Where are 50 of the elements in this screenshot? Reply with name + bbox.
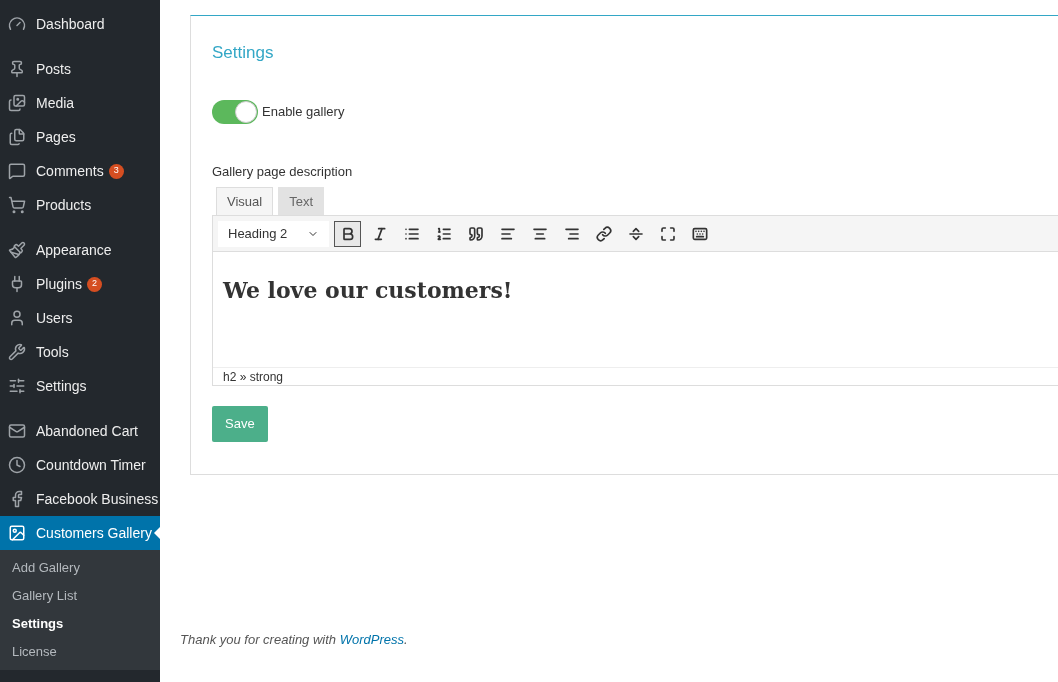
link-icon: [595, 225, 612, 242]
submenu-item[interactable]: Gallery List: [0, 582, 160, 610]
media-icon: [8, 94, 26, 112]
toggle-switch[interactable]: [212, 99, 258, 124]
sidebar-item[interactable]: Facebook Business: [0, 482, 160, 516]
format-select[interactable]: Heading 2: [218, 220, 329, 247]
clock-icon: [8, 456, 26, 474]
sidebar-item[interactable]: Settings: [0, 369, 160, 403]
pages-icon: [8, 128, 26, 146]
field-label: Gallery page description: [212, 162, 353, 181]
sidebar-item[interactable]: Media: [0, 86, 160, 120]
panel-title: Settings: [212, 42, 274, 64]
sidebar-item[interactable]: Users: [0, 301, 160, 335]
sidebar-item[interactable]: Pages: [0, 120, 160, 154]
sliders-icon: [8, 377, 26, 395]
submenu-item[interactable]: Settings: [0, 610, 160, 638]
footer-text: Thank you for creating with WordPress.: [180, 632, 408, 647]
fullscreen-icon: [659, 225, 676, 242]
count-badge: 2: [86, 276, 102, 292]
sidebar-item[interactable]: Tools: [0, 335, 160, 369]
sidebar-item[interactable]: Posts: [0, 52, 160, 86]
element-path: h2 » strong: [223, 368, 284, 386]
toggle-label: Enable gallery: [262, 102, 345, 121]
wordpress-link[interactable]: WordPress: [339, 632, 404, 647]
sidebar-item[interactable]: Plugins 2: [0, 267, 160, 301]
sidebar-item[interactable]: Comments 3: [0, 154, 160, 188]
pin-icon: [8, 60, 26, 78]
mail-icon: [8, 422, 26, 440]
sidebar-item[interactable]: Appearance: [0, 233, 160, 267]
paintbrush-icon: [8, 241, 26, 259]
sidebar-item[interactable]: Countdown Timer: [0, 448, 160, 482]
wrench-icon: [8, 343, 26, 361]
quote-icon: [467, 225, 484, 242]
submenu-item[interactable]: License: [0, 638, 160, 666]
user-icon: [8, 309, 26, 327]
image-icon: [8, 524, 26, 542]
sidebar-item[interactable]: Dashboard: [0, 7, 160, 41]
dashboard-icon: [8, 15, 26, 33]
editor-tab[interactable]: Visual: [216, 187, 274, 215]
count-badge: 3: [108, 163, 124, 179]
submenu-item[interactable]: Add Gallery: [0, 554, 160, 582]
cart-icon: [8, 196, 26, 214]
sidebar-item[interactable]: Abandoned Cart: [0, 414, 160, 448]
editor-tab[interactable]: Text: [278, 187, 325, 215]
comment-icon: [8, 162, 26, 180]
numbered-list-icon: [435, 225, 452, 242]
sidebar-item[interactable]: Products: [0, 188, 160, 222]
toolbar-button[interactable]: [334, 220, 361, 247]
keyboard-icon: [691, 225, 708, 242]
sidebar-item[interactable]: Customers Gallery: [0, 516, 160, 550]
